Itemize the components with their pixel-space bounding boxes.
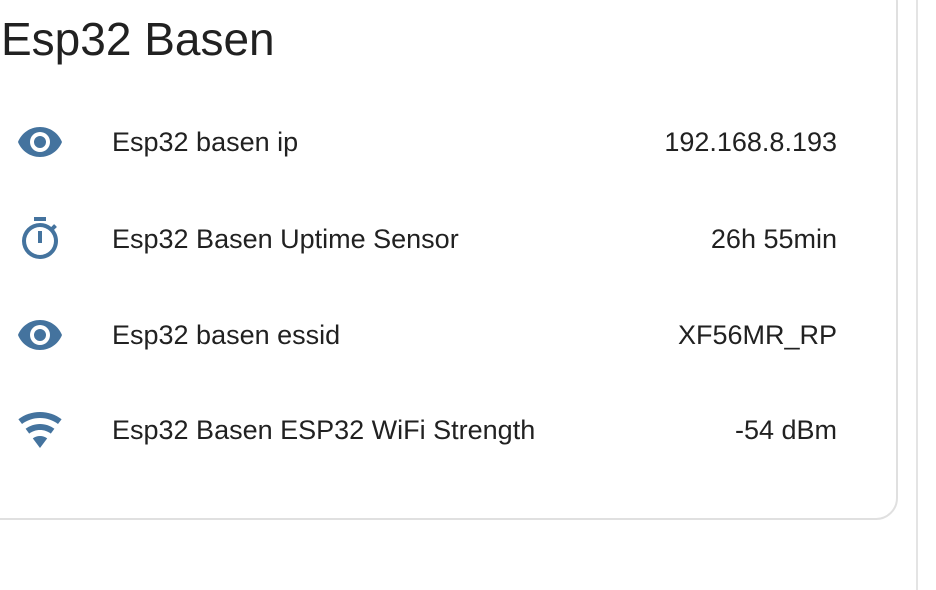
eye-icon <box>16 118 64 166</box>
entity-state: XF56MR_RP <box>677 320 837 350</box>
column-divider <box>916 0 918 590</box>
entities-card: Esp32 Basen Esp32 basen ip 192.168.8.193… <box>0 0 898 520</box>
entity-row-essid[interactable]: Esp32 basen essid XF56MR_RP <box>0 305 872 365</box>
entity-row-wifi-strength[interactable]: Esp32 Basen ESP32 WiFi Strength -54 dBm <box>0 400 872 460</box>
card-title: Esp32 Basen <box>1 13 275 65</box>
entity-name: Esp32 Basen Uptime Sensor <box>112 224 459 254</box>
entity-state: -54 dBm <box>734 415 837 445</box>
entity-name: Esp32 basen ip <box>112 127 299 157</box>
eye-icon <box>16 311 64 359</box>
entity-name: Esp32 basen essid <box>112 320 341 350</box>
entity-name: Esp32 Basen ESP32 WiFi Strength <box>112 415 536 445</box>
entity-row-uptime[interactable]: Esp32 Basen Uptime Sensor 26h 55min <box>0 209 872 269</box>
wifi-icon <box>16 406 64 454</box>
entity-row-ip[interactable]: Esp32 basen ip 192.168.8.193 <box>0 112 872 172</box>
entity-state: 26h 55min <box>710 224 837 254</box>
dashboard-view: Esp32 Basen Esp32 basen ip 192.168.8.193… <box>0 0 936 590</box>
timer-icon <box>16 215 64 263</box>
entity-state: 192.168.8.193 <box>664 127 837 157</box>
